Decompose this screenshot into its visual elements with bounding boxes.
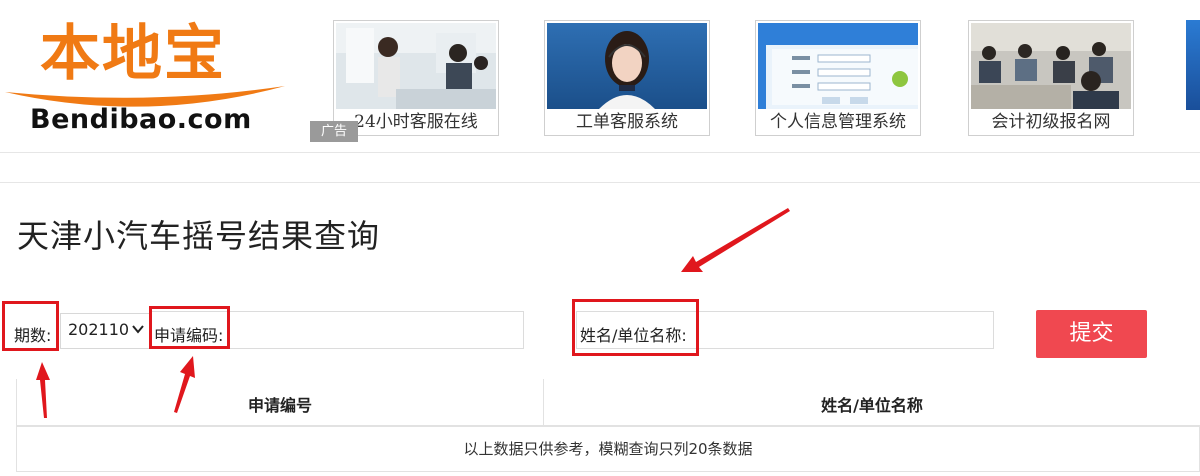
period-select-value: 202110: [68, 320, 130, 339]
annotation-box-apply-code: [149, 306, 230, 349]
table-header-row: 申请编号 姓名/单位名称: [16, 379, 1200, 427]
header-ad-strip: 本地宝 Bendibao.com 24小时客服在线 工单客服系统 个人信息管理系…: [0, 0, 1200, 153]
ad-card-personal-info-system[interactable]: 个人信息管理系统: [755, 20, 921, 136]
ad-card-ticket-service[interactable]: 工单客服系统: [544, 20, 710, 136]
login-form-screenshot: [758, 23, 918, 109]
ad-tag-badge: 广告: [310, 121, 358, 142]
ad-caption: 个人信息管理系统: [770, 112, 906, 132]
bendibao-logo[interactable]: 本地宝 Bendibao.com: [0, 12, 290, 137]
table-note: 以上数据只供参考，模糊查询只列20条数据: [16, 427, 1200, 472]
column-header-apply-code: 申请编号: [16, 379, 544, 427]
logo-chinese-text: 本地宝: [40, 19, 226, 89]
annotation-box-name: [572, 299, 699, 356]
office-workers-photo: [336, 23, 496, 109]
ad-caption: 工单客服系统: [576, 112, 678, 132]
customer-service-headset-photo: [547, 23, 707, 109]
period-select[interactable]: 202110: [60, 313, 150, 349]
exam-classroom-photo: [971, 23, 1131, 109]
logo-english-text: Bendibao.com: [30, 104, 252, 135]
chevron-down-icon: [132, 325, 144, 334]
ad-card-24h-service[interactable]: 24小时客服在线: [333, 20, 499, 136]
annotation-box-period: [2, 301, 59, 351]
ad-caption: 会计初级报名网: [991, 112, 1111, 132]
column-header-name: 姓名/单位名称: [821, 396, 923, 415]
results-table: 申请编号 姓名/单位名称 以上数据只供参考，模糊查询只列20条数据: [16, 379, 1200, 476]
ad-caption: 24小时客服在线: [354, 112, 478, 132]
submit-button[interactable]: 提交: [1036, 310, 1147, 358]
page-title: 天津小汽车摇号结果查询: [17, 217, 381, 255]
ad-card-accounting-exam[interactable]: 会计初级报名网: [968, 20, 1134, 136]
ad-card-partial[interactable]: [1186, 20, 1200, 110]
